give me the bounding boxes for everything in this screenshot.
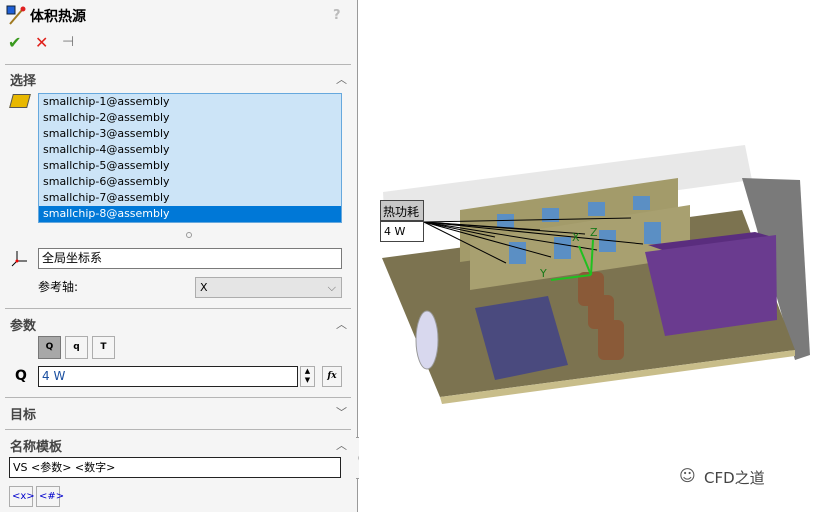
chevron-up-icon[interactable]: ︿: [336, 437, 347, 453]
section-parameters-title[interactable]: 参数: [10, 315, 36, 334]
list-item[interactable]: smallchip-1@assembly: [39, 94, 341, 110]
divider: [5, 64, 351, 65]
heat-power-button[interactable]: Q: [38, 336, 61, 359]
chevron-up-icon[interactable]: ︿: [336, 71, 347, 87]
q-value-input[interactable]: 4 W: [38, 366, 298, 387]
axis-z-label: Z: [590, 226, 598, 239]
list-item[interactable]: smallchip-6@assembly: [39, 174, 341, 190]
callout-value: 4 W: [380, 221, 424, 242]
chevron-down-icon: ⌵: [327, 281, 336, 294]
q-label: Q: [15, 368, 27, 384]
function-button[interactable]: fx: [322, 366, 342, 387]
components-listbox[interactable]: smallchip-1@assembly smallchip-2@assembl…: [38, 93, 342, 223]
pin-button[interactable]: ⊣: [62, 34, 74, 50]
insert-number-button[interactable]: <#>: [36, 486, 64, 507]
ref-axis-label: 参考轴:: [38, 280, 79, 294]
list-item-selected[interactable]: smallchip-8@assembly: [39, 206, 341, 222]
section-selection-title[interactable]: 选择: [10, 70, 36, 89]
axis-x-label: X: [572, 231, 580, 244]
axis-y-label: Y: [539, 267, 547, 280]
property-manager-panel: 体积热源 ? ✔ ✕ ⊣ 选择 ︿ smallchip-1@assembly s…: [0, 0, 358, 512]
section-target-title[interactable]: 目标: [10, 404, 36, 423]
coordinate-system-icon: [10, 249, 32, 269]
fan: [415, 310, 439, 370]
list-item[interactable]: smallchip-3@assembly: [39, 126, 341, 142]
list-item[interactable]: smallchip-2@assembly: [39, 110, 341, 126]
temperature-button[interactable]: T: [92, 336, 115, 359]
list-item[interactable]: smallchip-4@assembly: [39, 142, 341, 158]
help-icon[interactable]: ?: [333, 8, 341, 23]
q-spinner[interactable]: ▲ ▼: [300, 366, 315, 387]
ok-button[interactable]: ✔: [8, 33, 21, 52]
resize-handle[interactable]: [186, 232, 192, 238]
name-template-input[interactable]: VS <参数> <数字>: [9, 457, 341, 478]
watermark: CFD之道: [704, 469, 765, 487]
heat-density-button[interactable]: q: [65, 336, 88, 359]
component-icon: [9, 94, 31, 108]
panel-title: 体积热源: [30, 9, 86, 25]
list-item[interactable]: smallchip-5@assembly: [39, 158, 341, 174]
divider: [5, 429, 351, 430]
purple-box: [645, 235, 777, 336]
volume-source-icon: [6, 5, 26, 25]
list-item[interactable]: smallchip-7@assembly: [39, 190, 341, 206]
callout-title: 热功耗: [380, 200, 424, 221]
section-name-template-title[interactable]: 名称模板: [10, 436, 62, 455]
ref-axis-value: X: [200, 281, 208, 294]
model-scene: Y X Z: [382, 145, 810, 404]
divider: [5, 397, 351, 398]
divider: [5, 308, 351, 309]
wechat-icon: ☺: [679, 466, 696, 485]
cancel-button[interactable]: ✕: [35, 33, 48, 52]
chevron-down-icon[interactable]: ﹀: [336, 404, 347, 420]
graphics-viewport[interactable]: Y X Z 热功耗 4 W ☺ CFD之道: [359, 0, 813, 512]
ref-axis-select[interactable]: X ⌵: [195, 277, 342, 298]
insert-parameter-button[interactable]: <x>: [9, 486, 35, 507]
chevron-up-icon[interactable]: ︿: [336, 316, 347, 332]
coordinate-system-field[interactable]: 全局坐标系: [38, 248, 342, 269]
